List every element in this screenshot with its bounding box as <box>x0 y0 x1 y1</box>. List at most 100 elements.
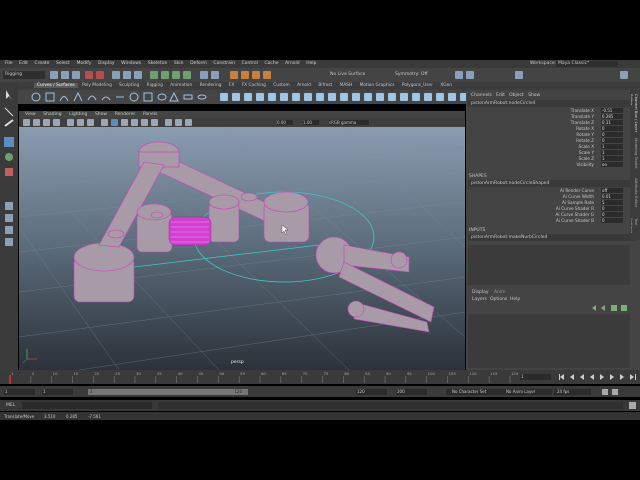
menu-deform[interactable]: Deform <box>190 60 207 68</box>
shape-attr-value[interactable]: 0 <box>601 206 623 211</box>
shelf-tab-rigging[interactable]: Rigging <box>144 83 166 88</box>
cb-menu-show[interactable]: Show <box>528 93 540 98</box>
layer-menu-options[interactable]: Options <box>490 297 507 302</box>
attr-value[interactable]: 1 <box>601 156 623 161</box>
cb-shape-name[interactable]: pistonArmRobot:nodeCircleShape4 <box>468 180 635 187</box>
panel-menu-lighting[interactable]: Lighting <box>69 111 87 118</box>
menu-constrain[interactable]: Constrain <box>213 60 235 68</box>
nurbs-cone-icon <box>169 91 179 102</box>
command-language-label[interactable]: MEL <box>6 403 15 408</box>
menu-create[interactable]: Create <box>34 60 49 68</box>
cb-menu-edit[interactable]: Edit <box>496 93 505 98</box>
symmetry-label[interactable]: Symmetry: Off <box>395 72 428 77</box>
shelf-tab-poly[interactable]: Poly Modeling <box>79 83 115 88</box>
side-tab-attribute-editor[interactable]: Attribute Editor <box>631 178 639 214</box>
layer-menu-help[interactable]: Help <box>510 297 520 302</box>
shelf-tab-fx-caching[interactable]: FX Caching <box>239 83 269 88</box>
side-tab-modeling-toolkit[interactable]: Modeling Toolkit <box>631 138 639 174</box>
attr-value[interactable]: -0.51 <box>601 108 623 113</box>
menu-display[interactable]: Display <box>98 60 115 68</box>
shelf-tab-animation[interactable]: Animation <box>167 83 195 88</box>
anim-end-field[interactable]: 200 <box>396 389 427 395</box>
menu-help[interactable]: Help <box>306 60 316 68</box>
menu-cache[interactable]: Cache <box>264 60 278 68</box>
save-scene-icon <box>72 71 80 79</box>
side-tab-tool-settings[interactable]: Tool Settings <box>631 218 639 238</box>
shelf-tab-polygons-user[interactable]: Polygons_User <box>399 83 436 88</box>
planar-icon <box>244 93 252 101</box>
attr-value[interactable]: 0 <box>601 138 623 143</box>
command-input[interactable] <box>22 402 152 409</box>
shelf-tab-sculpting[interactable]: Sculpting <box>116 83 142 88</box>
panel-menu-shading[interactable]: Shading <box>43 111 61 118</box>
menu-control[interactable]: Control <box>242 60 258 68</box>
attr-value[interactable]: 0 <box>601 126 623 131</box>
shelf-tab-mash[interactable]: MASH <box>337 83 356 88</box>
shelf-tab-motion-graphics[interactable]: Motion Graphics <box>357 83 398 88</box>
menu-skeleton[interactable]: Skeleton <box>148 60 167 68</box>
layer-tab-display[interactable]: Display <box>472 290 489 295</box>
shelf-tab-custom[interactable]: Custom <box>270 83 292 88</box>
shelf-tab-bifrost[interactable]: Bifrost <box>315 83 335 88</box>
range-end-field[interactable]: 120 <box>356 389 387 395</box>
color-space-select[interactable]: sRGB gamma <box>329 120 369 125</box>
layer-list <box>468 314 630 368</box>
workspace-select[interactable]: Maya Classic* <box>556 61 618 67</box>
range-start-field[interactable]: 1 <box>4 389 35 395</box>
shape-attr-value[interactable]: 0 <box>601 218 623 223</box>
shelf-tab-fx[interactable]: FX <box>226 83 237 88</box>
layer-tab-anim[interactable]: Anim <box>494 290 506 295</box>
attr-value[interactable]: 1 <box>601 150 623 155</box>
exposure-field[interactable]: 0.00 <box>277 120 293 125</box>
menu-select[interactable]: Select <box>56 60 70 68</box>
current-frame-field[interactable]: 1 <box>520 374 551 380</box>
shelf-tab-curves[interactable]: Curves / Surfaces <box>34 83 78 88</box>
menu-file[interactable]: File <box>5 60 13 68</box>
shelf-tab-xgen[interactable]: XGen <box>437 83 455 88</box>
side-tab-channel-box[interactable]: Channel Box / Layer Editor <box>631 94 639 134</box>
cb-menu-object[interactable]: Object <box>509 93 524 98</box>
live-surface-label[interactable]: No Live Surface <box>330 72 365 77</box>
anim-layer-select[interactable]: No Anim Layer <box>500 389 552 395</box>
cb-menu-channels[interactable]: Channels <box>471 93 492 98</box>
script-editor-icon[interactable] <box>628 402 638 409</box>
time-slider[interactable]: 1 5 10 15 20 25 30 35 40 45 50 55 60 65 70 75 80 85 90 95 10… <box>0 370 640 384</box>
menu-windows[interactable]: Windows <box>121 60 141 68</box>
shelf-tab-arnold[interactable]: Arnold <box>294 83 314 88</box>
viewport-persp[interactable]: persp <box>19 127 465 370</box>
panel-menu-panels[interactable]: Panels <box>143 111 157 118</box>
menu-skin[interactable]: Skin <box>174 60 184 68</box>
gamma-field[interactable]: 1.00 <box>303 120 319 125</box>
range-slider-bar[interactable]: 1 120 <box>88 389 248 395</box>
mode-menu-select[interactable]: Rigging <box>3 71 45 79</box>
untrim-icon <box>328 93 336 101</box>
character-set-select[interactable]: No Character Set <box>446 389 500 395</box>
attr-value[interactable]: 0.11 <box>601 120 623 125</box>
range-inner-start-field[interactable]: 1 <box>42 389 73 395</box>
cb-object-name[interactable]: pistonArmRobot:nodeCircle4 <box>468 100 635 107</box>
cb-input-name[interactable]: pistonArmRobot:makeNurbCircle4 <box>468 234 635 241</box>
time-tick-label: 60 <box>261 371 266 376</box>
shape-attr-value[interactable]: 0.01 <box>601 194 623 199</box>
time-tick-label: 80 <box>344 371 349 376</box>
panel-menu-show[interactable]: Show <box>95 111 107 118</box>
shelf-tab-rendering[interactable]: Rendering <box>197 83 225 88</box>
menu-edit[interactable]: Edit <box>19 60 28 68</box>
redo-icon <box>96 71 104 79</box>
attr-label: Visibility <box>576 162 594 167</box>
menu-modify[interactable]: Modify <box>76 60 91 68</box>
fps-select[interactable]: 24 fps <box>554 389 591 395</box>
attr-value[interactable]: 1 <box>601 144 623 149</box>
attr-value[interactable]: 0 <box>601 132 623 137</box>
range-bar-end: 120 <box>234 389 242 394</box>
menu-arnold[interactable]: Arnold <box>285 60 300 68</box>
shape-attr-value[interactable]: 5 <box>601 200 623 205</box>
shape-attr-value[interactable]: 0 <box>601 212 623 217</box>
panel-menu-view[interactable]: View <box>25 111 36 118</box>
shape-attr-value[interactable]: off <box>601 188 623 193</box>
layer-menu-layers[interactable]: Layers <box>472 297 487 302</box>
attr-value[interactable]: on <box>601 162 623 167</box>
resolution-gate-icon <box>87 119 94 126</box>
panel-menu-renderer[interactable]: Renderer <box>115 111 136 118</box>
attr-value[interactable]: 0.285 <box>601 114 623 119</box>
